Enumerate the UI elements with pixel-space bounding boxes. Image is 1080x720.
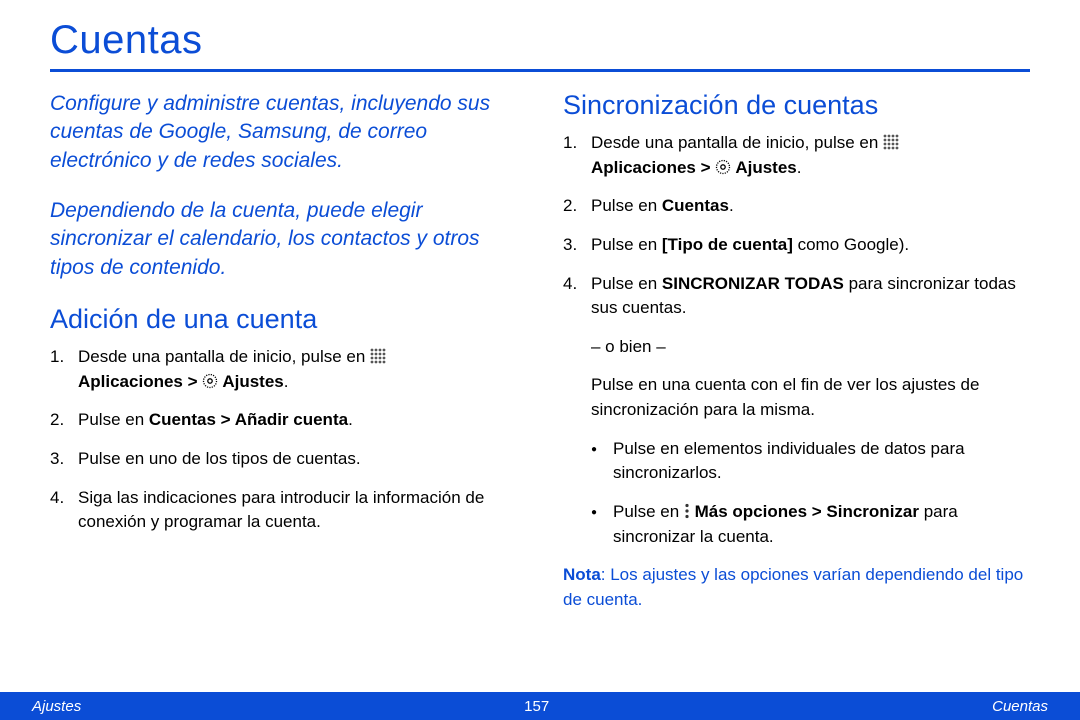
step-text: Pulse en bbox=[591, 235, 662, 254]
intro-paragraph-1: Configure y administre cuentas, incluyen… bbox=[50, 90, 517, 175]
or-text: Pulse en una cuenta con el fin de ver lo… bbox=[563, 373, 1030, 422]
right-column: Sincronización de cuentas Desde una pant… bbox=[563, 90, 1030, 613]
step-text: . bbox=[797, 158, 802, 177]
step-text: como Google). bbox=[793, 235, 909, 254]
bold-text: Ajustes bbox=[731, 158, 797, 177]
list-item: Pulse en [Tipo de cuenta] como Google). bbox=[563, 233, 1030, 258]
two-column-layout: Configure y administre cuentas, incluyen… bbox=[50, 90, 1030, 613]
bold-text: SINCRONIZAR TODAS bbox=[662, 274, 844, 293]
footer-right: Cuentas bbox=[992, 698, 1048, 715]
or-divider: – o bien – bbox=[563, 335, 1030, 360]
title-rule bbox=[50, 69, 1030, 72]
note-body: : Los ajustes y las opciones varían depe… bbox=[563, 565, 1023, 609]
section-heading-sync-accounts: Sincronización de cuentas bbox=[563, 90, 1030, 121]
list-item: Pulse en elementos individuales de datos… bbox=[591, 437, 1030, 486]
footer-left: Ajustes bbox=[32, 698, 81, 715]
page-footer: Ajustes 157 Cuentas bbox=[0, 692, 1080, 720]
step-text: Pulse en bbox=[613, 502, 684, 521]
list-item: Desde una pantalla de inicio, pulse en A… bbox=[563, 131, 1030, 180]
bold-text: Aplicaciones > bbox=[591, 158, 715, 177]
footer-page-number: 157 bbox=[524, 698, 549, 715]
bold-text: Cuentas > Añadir cuenta bbox=[149, 410, 348, 429]
left-column: Configure y administre cuentas, incluyen… bbox=[50, 90, 517, 613]
list-item: Pulse en Cuentas > Añadir cuenta. bbox=[50, 408, 517, 433]
step-text: . bbox=[348, 410, 353, 429]
manual-page: Cuentas Configure y administre cuentas, … bbox=[0, 0, 1080, 720]
bold-text: Más opciones > Sincronizar bbox=[690, 502, 919, 521]
page-title: Cuentas bbox=[50, 18, 1030, 63]
step-text: Pulse en bbox=[591, 196, 662, 215]
bold-text: Ajustes bbox=[218, 372, 284, 391]
bold-text: Aplicaciones > bbox=[78, 372, 202, 391]
step-text: . bbox=[729, 196, 734, 215]
sync-accounts-steps: Desde una pantalla de inicio, pulse en A… bbox=[563, 131, 1030, 321]
section-heading-add-account: Adición de una cuenta bbox=[50, 304, 517, 335]
sync-sub-bullets: Pulse en elementos individuales de datos… bbox=[563, 437, 1030, 550]
step-text: Desde una pantalla de inicio, pulse en bbox=[591, 133, 883, 152]
intro-paragraph-2: Dependiendo de la cuenta, puede elegir s… bbox=[50, 197, 517, 282]
apps-grid-icon bbox=[370, 348, 386, 364]
list-item: Desde una pantalla de inicio, pulse en A… bbox=[50, 345, 517, 394]
apps-grid-icon bbox=[883, 134, 899, 150]
note-text: Nota: Los ajustes y las opciones varían … bbox=[563, 563, 1030, 612]
bold-text: [Tipo de cuenta] bbox=[662, 235, 793, 254]
list-item: Siga las indicaciones para introducir la… bbox=[50, 486, 517, 535]
step-text: Pulse en bbox=[78, 410, 149, 429]
settings-gear-icon bbox=[202, 373, 218, 389]
list-item: Pulse en Cuentas. bbox=[563, 194, 1030, 219]
list-item: Pulse en SINCRONIZAR TODAS para sincroni… bbox=[563, 272, 1030, 321]
add-account-steps: Desde una pantalla de inicio, pulse en A… bbox=[50, 345, 517, 535]
list-item: Pulse en uno de los tipos de cuentas. bbox=[50, 447, 517, 472]
note-label: Nota bbox=[563, 565, 601, 584]
step-text: Pulse en bbox=[591, 274, 662, 293]
step-text: Desde una pantalla de inicio, pulse en bbox=[78, 347, 370, 366]
settings-gear-icon bbox=[715, 159, 731, 175]
step-text: . bbox=[284, 372, 289, 391]
list-item: Pulse en Más opciones > Sincronizar para… bbox=[591, 500, 1030, 549]
bold-text: Cuentas bbox=[662, 196, 729, 215]
